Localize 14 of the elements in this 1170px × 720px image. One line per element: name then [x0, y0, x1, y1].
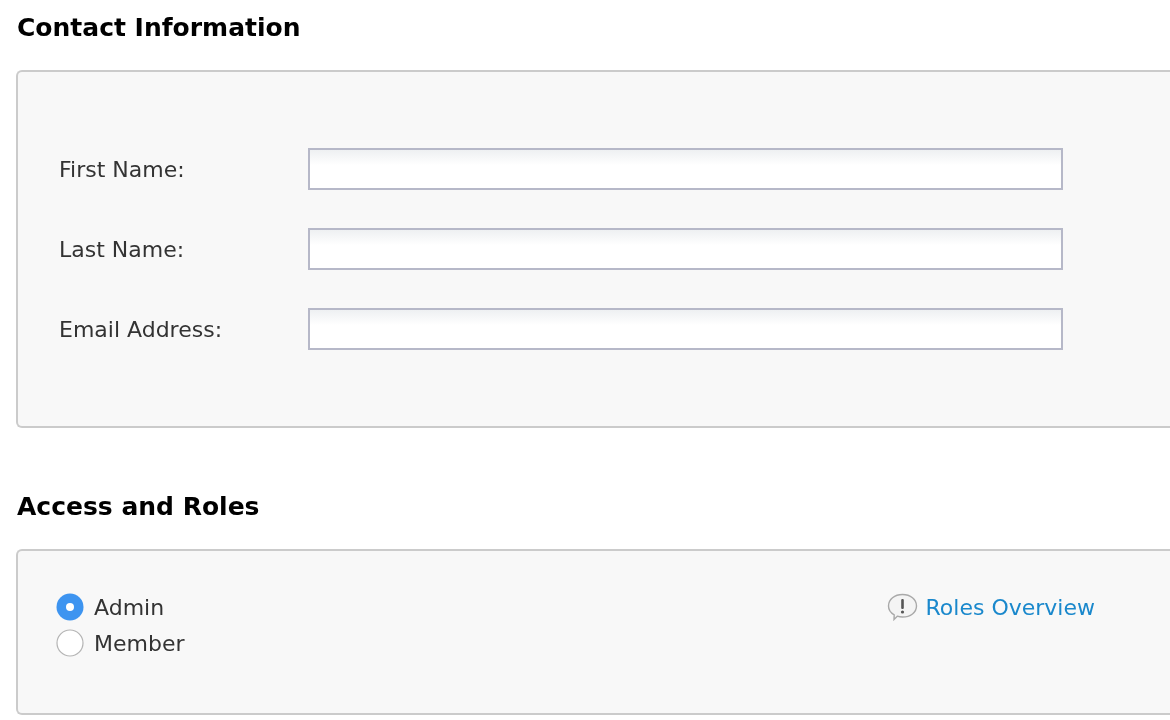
input-field[interactable] — [308, 228, 1063, 270]
radio-button[interactable] — [56, 629, 84, 657]
field-label: Last Name: — [59, 236, 186, 262]
field-label: Email Address: — [59, 316, 224, 342]
field-label: First Name: — [59, 156, 186, 182]
radio-label: Member — [94, 630, 185, 656]
input-field[interactable] — [308, 308, 1063, 350]
section-heading: Access and Roles — [16, 492, 261, 522]
radio-label: Admin — [94, 594, 165, 620]
exclamation-bubble-icon — [886, 593, 918, 621]
roles-link[interactable]: Roles Overview — [925, 594, 1095, 620]
input-field[interactable] — [308, 148, 1063, 190]
section-heading: Contact Information — [16, 13, 302, 43]
radio-button[interactable] — [56, 593, 84, 621]
